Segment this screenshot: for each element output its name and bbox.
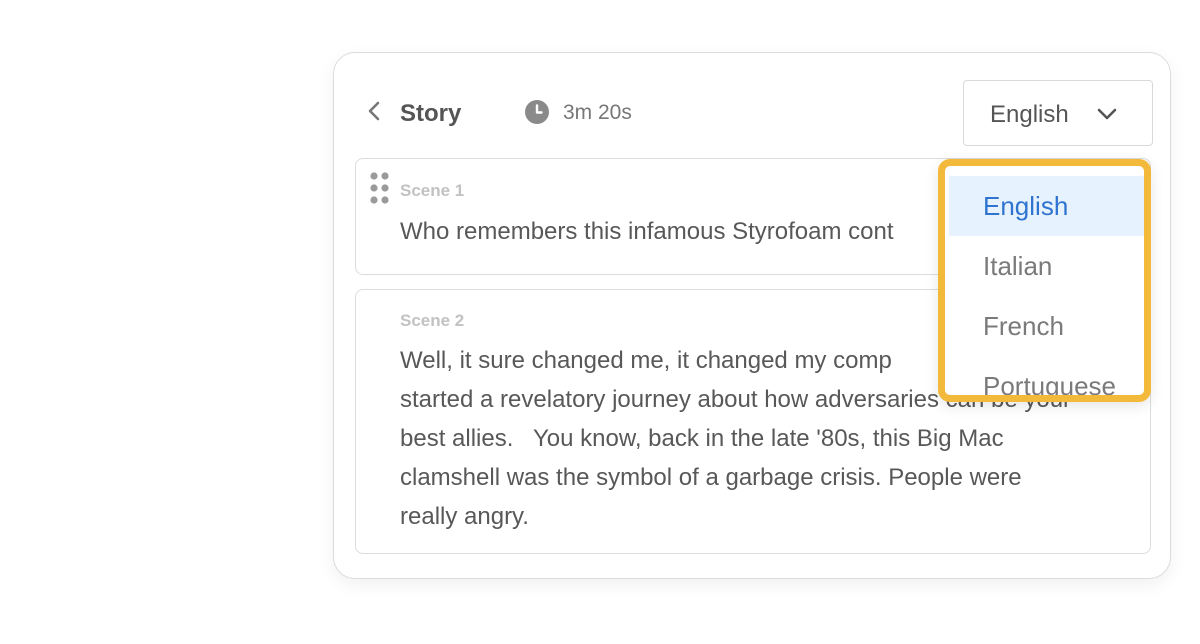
language-select-value: English xyxy=(990,101,1069,128)
chevron-left-icon[interactable] xyxy=(364,100,386,122)
scene-label: Scene 1 xyxy=(400,181,465,200)
drag-handle-icon[interactable] xyxy=(369,171,391,205)
scene-label: Scene 2 xyxy=(400,311,465,330)
language-select[interactable]: English xyxy=(963,80,1153,146)
language-option-portuguese[interactable]: Portuguese xyxy=(949,356,1144,395)
chevron-down-icon xyxy=(1097,108,1117,120)
clock-icon xyxy=(525,100,549,124)
page-title: Story xyxy=(400,100,462,127)
story-header: Story 3m 20s English xyxy=(334,53,1170,163)
language-option-french[interactable]: French xyxy=(949,296,1144,356)
language-option-english[interactable]: English xyxy=(949,176,1144,236)
language-dropdown-menu: English Italian French Portuguese xyxy=(938,159,1151,402)
language-option-italian[interactable]: Italian xyxy=(949,236,1144,296)
story-duration: 3m 20s xyxy=(563,101,632,124)
